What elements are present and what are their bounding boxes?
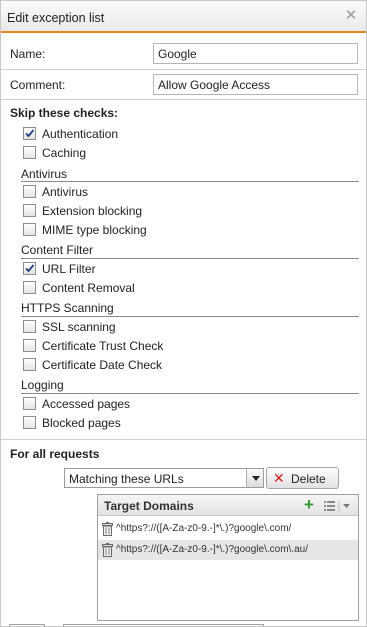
domain-pattern: ^https?://([A-Za-z0-9.-]*\.)?google\.com… <box>116 523 292 534</box>
skip-checks-heading: Skip these checks: <box>10 106 119 120</box>
checkbox-unchecked[interactable] <box>23 358 36 371</box>
trash-icon[interactable] <box>102 522 113 536</box>
checkbox-checked[interactable] <box>23 262 36 275</box>
delete-button[interactable]: ✕ Delete <box>266 467 339 489</box>
checkbox-label: Certificate Trust Check <box>42 339 164 353</box>
checkbox-checked[interactable] <box>23 127 36 140</box>
dialog-titlebar: Edit exception list ✕ <box>1 1 366 33</box>
comment-field[interactable] <box>153 74 358 95</box>
group-heading-https-scanning: HTTPS Scanning <box>21 301 114 315</box>
divider <box>1 439 366 440</box>
target-domains-grid: Target Domains + ^https?://([A-Za-z0-9.-… <box>97 494 359 621</box>
checkbox-label: Antivirus <box>42 185 89 199</box>
chevron-down-icon[interactable] <box>246 469 263 487</box>
checkbox-label: Certificate Date Check <box>42 358 163 372</box>
checkbox-unchecked[interactable] <box>23 416 36 429</box>
plus-icon[interactable]: + <box>304 496 314 513</box>
checkbox-unchecked[interactable] <box>23 320 36 333</box>
trash-icon[interactable] <box>102 543 113 557</box>
x-icon: ✕ <box>273 470 285 486</box>
checkbox-label: Accessed pages <box>42 397 131 411</box>
checkbox-unchecked[interactable] <box>23 397 36 410</box>
checkbox-unchecked[interactable] <box>23 223 36 236</box>
checkbox-label: Blocked pages <box>42 416 121 430</box>
grid-header: Target Domains + <box>98 495 358 516</box>
close-icon[interactable]: ✕ <box>344 8 358 23</box>
name-field[interactable] <box>153 43 358 64</box>
list-menu-icon[interactable] <box>324 499 354 513</box>
checkbox-label: SSL scanning <box>42 320 116 334</box>
checkbox-unchecked[interactable] <box>23 146 36 159</box>
group-heading-content-filter: Content Filter <box>21 243 94 257</box>
checkbox-label: MIME type blocking <box>42 223 147 237</box>
edit-exception-dialog: Edit exception list ✕ Name: Comment: Ski… <box>0 0 367 627</box>
group-heading-antivirus: Antivirus <box>21 167 68 181</box>
checkbox-label: Content Removal <box>42 281 135 295</box>
table-row[interactable]: ^https?://([A-Za-z0-9.-]*\.)?google\.com… <box>98 519 358 539</box>
match-type-select[interactable]: Matching these URLs <box>64 468 264 488</box>
delete-button-label: Delete <box>291 472 326 486</box>
group-heading-logging: Logging <box>21 378 64 392</box>
all-requests-heading: For all requests <box>10 447 100 461</box>
group-divider <box>21 393 359 394</box>
checkbox-label: Extension blocking <box>42 204 143 218</box>
checkbox-unchecked[interactable] <box>23 281 36 294</box>
comment-label: Comment: <box>10 78 66 92</box>
name-label: Name: <box>10 47 46 61</box>
checkbox-label: Caching <box>42 146 87 160</box>
grid-title: Target Domains <box>104 499 194 513</box>
group-divider <box>21 181 359 182</box>
match-type-value: Matching these URLs <box>69 472 184 486</box>
checkbox-label: URL Filter <box>42 262 96 276</box>
checkbox-unchecked[interactable] <box>23 185 36 198</box>
checkbox-label: Authentication <box>42 127 119 141</box>
domain-pattern: ^https?://([A-Za-z0-9.-]*\.)?google\.com… <box>116 544 308 555</box>
dialog-title: Edit exception list <box>7 11 105 25</box>
checkbox-unchecked[interactable] <box>23 204 36 217</box>
checkbox-unchecked[interactable] <box>23 339 36 352</box>
table-row[interactable]: ^https?://([A-Za-z0-9.-]*\.)?google\.com… <box>98 540 358 560</box>
group-divider <box>21 258 359 259</box>
divider <box>1 99 366 100</box>
group-divider <box>21 316 359 317</box>
divider <box>1 69 366 70</box>
